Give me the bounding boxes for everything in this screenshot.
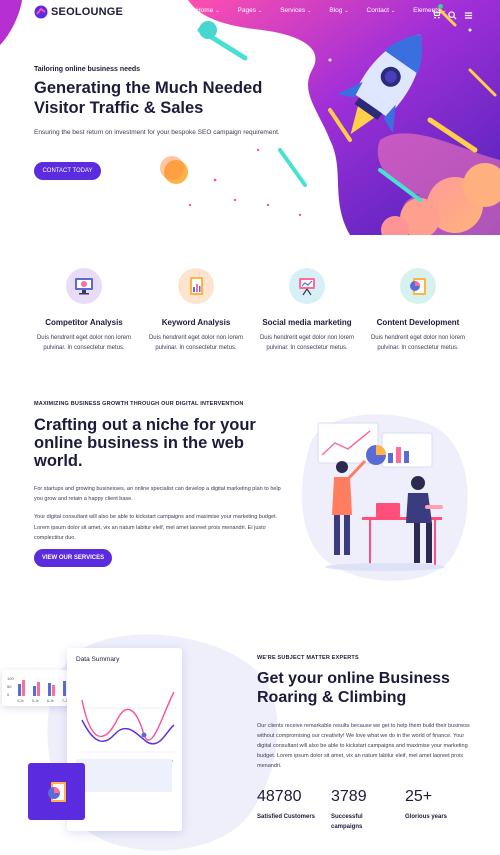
pie-report-icon xyxy=(47,781,66,802)
feature-icon-circle xyxy=(178,268,214,304)
feature-competitor-analysis: Competitor Analysis Duis hendrerit eget … xyxy=(29,268,139,353)
mini-axis-label: 100 xyxy=(7,676,14,681)
nav-item-label: Blog xyxy=(329,7,343,14)
nav-item-label: Services xyxy=(280,7,306,14)
section2-kicker: MAXIMIZING BUSINESS GROWTH THROUGH OUR D… xyxy=(34,401,244,407)
mini-x-label: 6-Jx xyxy=(47,699,54,703)
menu-icon[interactable] xyxy=(464,11,473,20)
feature-icon-circle xyxy=(400,268,436,304)
stat-successful-campaigns: 3789 Successful campaigns xyxy=(331,788,376,832)
feature-title: Social media marketing xyxy=(262,318,352,327)
section2-paragraph: Your digital consultant will also be abl… xyxy=(34,514,278,541)
nav-item-label: Pages xyxy=(237,7,256,14)
mini-x-label: 5-Jx xyxy=(32,699,39,703)
feature-social-media-marketing: Social media marketing Duis hendrerit eg… xyxy=(252,268,362,353)
monitor-chart-icon xyxy=(75,278,93,295)
feature-title: Keyword Analysis xyxy=(161,318,231,327)
pie-report-icon xyxy=(410,278,426,295)
stat-value: 3789 xyxy=(331,788,367,805)
logo-text: SEOLOUNGE xyxy=(51,6,124,18)
hero-kicker: Tailoring online business needs xyxy=(34,66,141,73)
nav-item-blog[interactable]: Blog ⌄ xyxy=(329,7,348,14)
feature-text: Duis hendrerit eget dolor non lorem pulv… xyxy=(148,335,244,351)
team-illustration xyxy=(301,414,468,581)
stat-value: 48780 xyxy=(257,788,302,805)
stat-label: Successful campaigns xyxy=(331,814,363,830)
cart-icon xyxy=(432,10,441,19)
stat-label: Satisfied Customers xyxy=(257,814,316,820)
nav-item-label: Contact xyxy=(366,7,389,14)
presentation-board-icon xyxy=(299,278,315,296)
section2-title: Crafting out a niche for your online bus… xyxy=(34,416,256,470)
stat-satisfied-customers: 48780 Satisfied Customers xyxy=(257,788,327,822)
stat-glorious-years: 25+ Glorious years xyxy=(405,788,475,822)
mini-axis-label: 50 xyxy=(7,684,12,689)
nav-icons xyxy=(432,4,480,24)
feature-keyword-analysis: Keyword Analysis Duis hendrerit eget dol… xyxy=(141,268,251,353)
nav-item-pages[interactable]: Pages ⌄ xyxy=(238,7,263,14)
feature-text: Duis hendrerit eget dolor non lorem pulv… xyxy=(36,335,132,351)
nav-item-home[interactable]: Home ⌄ xyxy=(196,7,220,14)
feature-icon-circle xyxy=(66,268,102,304)
stat-value: 25+ xyxy=(405,788,433,805)
data-summary-footer xyxy=(76,759,172,792)
feature-icon-circle xyxy=(289,268,325,304)
hero-description: Ensuring the best return on investment f… xyxy=(34,129,280,136)
feature-content-development: Content Development Duis hendrerit eget … xyxy=(363,268,473,353)
stat-label: Glorious years xyxy=(405,814,448,820)
chevron-down-icon: ⌄ xyxy=(307,8,312,14)
mini-axis-label: 0 xyxy=(7,692,10,697)
hero-title: Generating the Much Needed Visitor Traff… xyxy=(34,79,263,117)
logo[interactable]: SEOLOUNGE xyxy=(34,5,123,19)
nav-menu: Home ⌄ Pages ⌄ Services ⌄ Blog ⌄ Contact ⌄ El… xyxy=(196,7,464,14)
view-our-services-button[interactable]: VIEW OUR SERVICES xyxy=(34,549,112,567)
section3-title: Get your online Business Roaring & Climb… xyxy=(257,670,450,706)
mini-x-label: 4-Jx xyxy=(17,699,24,703)
search-icon[interactable] xyxy=(448,10,457,20)
feature-text: Duis hendrerit eget dolor non lorem pulv… xyxy=(370,335,466,351)
report-icon-card xyxy=(28,763,85,820)
section3-kicker: WE'RE SUBJECT MATTER EXPERTS xyxy=(257,655,359,661)
logo-icon xyxy=(34,5,48,19)
feature-title: Competitor Analysis xyxy=(45,318,123,327)
section3-text: Our clients receive remarkable results b… xyxy=(257,723,470,769)
document-chart-icon xyxy=(190,277,203,295)
top-navigation: SEOLOUNGE Home ⌄ Pages ⌄ Services ⌄ Blog ⌄ C… xyxy=(0,0,500,24)
chevron-down-icon: ⌄ xyxy=(390,8,396,14)
cart-badge xyxy=(438,4,443,9)
cart-button[interactable] xyxy=(432,4,448,24)
feature-text: Duis hendrerit eget dolor non lorem pulv… xyxy=(259,335,355,351)
chevron-down-icon: ⌄ xyxy=(257,8,263,14)
feature-title: Content Development xyxy=(376,318,460,327)
chevron-down-icon: ⌄ xyxy=(344,8,349,14)
contact-today-button[interactable]: CONTACT TODAY xyxy=(34,162,101,180)
chevron-down-icon: ⌄ xyxy=(215,8,220,14)
features-section: Competitor Analysis Duis hendrerit eget … xyxy=(0,268,500,368)
hero-section: SEOLOUNGE Home ⌄ Pages ⌄ Services ⌄ Blog ⌄ C… xyxy=(0,0,500,235)
nav-item-services[interactable]: Services ⌄ xyxy=(280,7,311,14)
nav-item-contact[interactable]: Contact ⌄ xyxy=(367,7,396,14)
nav-item-label: Home xyxy=(196,7,214,14)
section2-paragraph: For startups and growing businesses, an … xyxy=(34,486,281,502)
data-summary-title: Data Summary xyxy=(76,656,120,663)
